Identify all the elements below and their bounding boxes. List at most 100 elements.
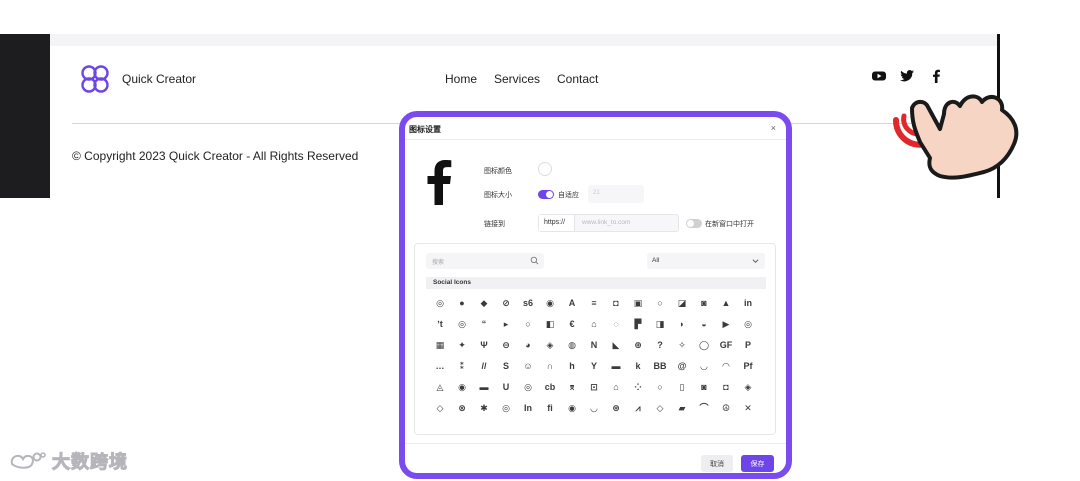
facebook-icon[interactable] (928, 68, 944, 84)
icon-5-12[interactable]: ⌒ (697, 401, 711, 415)
icon-5-7[interactable]: ◡ (587, 401, 601, 415)
icon-2-14[interactable]: P (741, 338, 755, 352)
icon-5-0[interactable]: ◇ (433, 401, 447, 415)
icon-1-12[interactable]: ◒ (697, 317, 711, 331)
icon-5-14[interactable]: ✕ (741, 401, 755, 415)
icon-0-9[interactable]: ▣ (631, 296, 645, 310)
icon-5-13[interactable]: ☮ (719, 401, 733, 415)
icon-3-8[interactable]: ▬ (609, 359, 623, 373)
icon-3-9[interactable]: k (631, 359, 645, 373)
icon-0-3[interactable]: ⊘ (499, 296, 513, 310)
icon-3-1[interactable]: ⁑ (455, 359, 469, 373)
icon-4-3[interactable]: U (499, 380, 513, 394)
icon-5-5[interactable]: fi (543, 401, 557, 415)
icon-2-6[interactable]: ◍ (565, 338, 579, 352)
icon-3-12[interactable]: ◡ (697, 359, 711, 373)
icon-3-0[interactable]: … (433, 359, 447, 373)
icon-1-6[interactable]: € (565, 317, 579, 331)
icon-0-11[interactable]: ◪ (675, 296, 689, 310)
icon-5-1[interactable]: ⊗ (455, 401, 469, 415)
icon-1-14[interactable]: ◎ (741, 317, 755, 331)
icon-1-5[interactable]: ◧ (543, 317, 557, 331)
icon-0-0[interactable]: ◎ (433, 296, 447, 310)
size-input[interactable]: 21 (588, 185, 644, 203)
icon-0-7[interactable]: ≡ (587, 296, 601, 310)
icon-5-4[interactable]: In (521, 401, 535, 415)
icon-5-6[interactable]: ◉ (565, 401, 579, 415)
icon-2-13[interactable]: GF (719, 338, 733, 352)
icon-0-2[interactable]: ◆ (477, 296, 491, 310)
icon-2-1[interactable]: ✦ (455, 338, 469, 352)
youtube-icon[interactable] (871, 68, 887, 84)
icon-1-7[interactable]: ⌂ (587, 317, 601, 331)
icon-3-4[interactable]: ☺ (521, 359, 535, 373)
new-window-toggle[interactable] (686, 219, 702, 228)
icon-3-13[interactable]: ◠ (719, 359, 733, 373)
icon-4-9[interactable]: ⁘ (631, 380, 645, 394)
icon-2-7[interactable]: N (587, 338, 601, 352)
icon-0-10[interactable]: ○ (653, 296, 667, 310)
quick-creator-logo-icon[interactable] (80, 64, 110, 94)
icon-1-0[interactable]: ʼt (433, 317, 447, 331)
icon-2-8[interactable]: ◣ (609, 338, 623, 352)
icon-5-9[interactable]: ⩘ (631, 401, 645, 415)
icon-3-11[interactable]: @ (675, 359, 689, 373)
icon-0-6[interactable]: A (565, 296, 579, 310)
nav-services[interactable]: Services (494, 72, 540, 86)
icon-0-5[interactable]: ◉ (543, 296, 557, 310)
icon-3-5[interactable]: ∩ (543, 359, 557, 373)
icon-1-11[interactable]: ◗ (675, 317, 689, 331)
icon-4-2[interactable]: ▬ (477, 380, 491, 394)
icon-2-12[interactable]: ◯ (697, 338, 711, 352)
icon-4-1[interactable]: ◉ (455, 380, 469, 394)
icon-4-14[interactable]: ◈ (741, 380, 755, 394)
icon-4-6[interactable]: ⌆ (565, 380, 579, 394)
icon-search-input[interactable]: 搜索 (426, 253, 544, 269)
size-auto-toggle[interactable] (538, 190, 554, 199)
icon-1-1[interactable]: ◎ (455, 317, 469, 331)
icon-2-0[interactable]: ▦ (433, 338, 447, 352)
icon-2-4[interactable]: ◕ (521, 338, 535, 352)
icon-4-11[interactable]: ▯ (675, 380, 689, 394)
icon-3-6[interactable]: h (565, 359, 579, 373)
icon-1-9[interactable]: ▛ (631, 317, 645, 331)
save-button[interactable]: 保存 (741, 455, 774, 472)
icon-0-4[interactable]: s6 (521, 296, 535, 310)
nav-contact[interactable]: Contact (557, 72, 598, 86)
icon-1-10[interactable]: ◨ (653, 317, 667, 331)
icon-5-2[interactable]: ✱ (477, 401, 491, 415)
icon-4-12[interactable]: ◙ (697, 380, 711, 394)
icon-2-3[interactable]: ⊖ (499, 338, 513, 352)
icon-0-8[interactable]: ◘ (609, 296, 623, 310)
icon-5-3[interactable]: ◎ (499, 401, 513, 415)
icon-1-13[interactable]: ▶ (719, 317, 733, 331)
icon-1-4[interactable]: ○ (521, 317, 535, 331)
icon-filter-select[interactable]: All (647, 253, 765, 269)
icon-3-14[interactable]: Pf (741, 359, 755, 373)
icon-1-8[interactable]: ◌ (609, 317, 623, 331)
icon-4-10[interactable]: ○ (653, 380, 667, 394)
nav-home[interactable]: Home (445, 72, 477, 86)
icon-3-2[interactable]: // (477, 359, 491, 373)
icon-4-5[interactable]: cb (543, 380, 557, 394)
icon-3-3[interactable]: S (499, 359, 513, 373)
icon-0-12[interactable]: ◙ (697, 296, 711, 310)
icon-4-0[interactable]: ◬ (433, 380, 447, 394)
icon-4-7[interactable]: ⊡ (587, 380, 601, 394)
icon-2-10[interactable]: ? (653, 338, 667, 352)
close-icon[interactable]: × (771, 123, 776, 133)
icon-4-13[interactable]: ◘ (719, 380, 733, 394)
icon-5-8[interactable]: ⊛ (609, 401, 623, 415)
icon-2-5[interactable]: ◈ (543, 338, 557, 352)
icon-1-3[interactable]: ▸ (499, 317, 513, 331)
icon-5-10[interactable]: ◇ (653, 401, 667, 415)
url-input-placeholder[interactable]: www.link_to.com (582, 219, 630, 226)
icon-0-13[interactable]: ▲ (719, 296, 733, 310)
brand-name[interactable]: Quick Creator (122, 72, 196, 86)
icon-4-4[interactable]: ◎ (521, 380, 535, 394)
icon-3-7[interactable]: Y (587, 359, 601, 373)
icon-2-9[interactable]: ⊕ (631, 338, 645, 352)
icon-4-8[interactable]: ⌂ (609, 380, 623, 394)
icon-1-2[interactable]: “ (477, 317, 491, 331)
icon-3-10[interactable]: BB (653, 359, 667, 373)
